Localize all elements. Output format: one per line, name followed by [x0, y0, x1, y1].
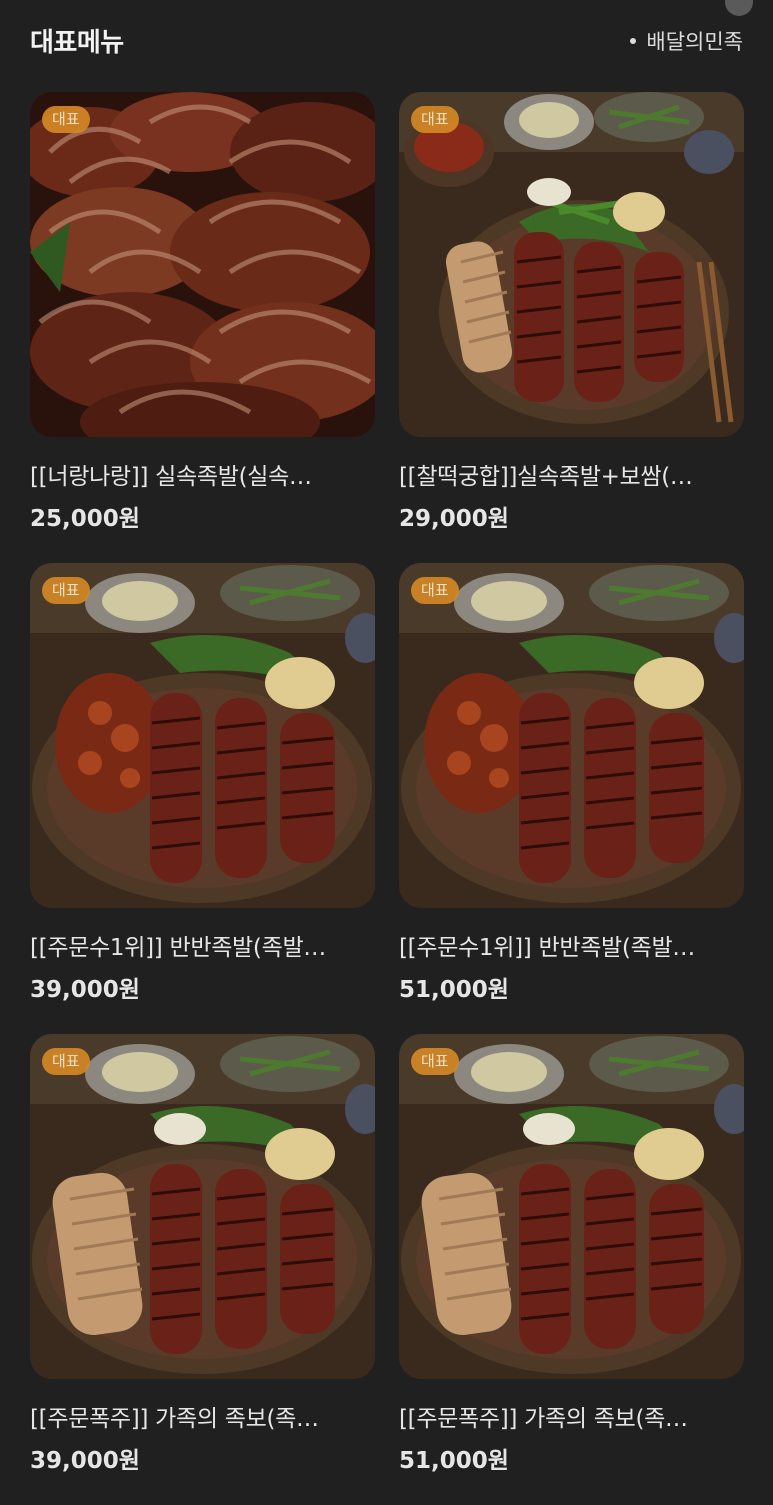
menu-card[interactable]: 대표 [[주문수1위]] 반반족발(족발… 39,000원: [30, 563, 375, 1034]
menu-item-name: [[주문수1위]] 반반족발(족발…: [399, 935, 696, 961]
menu-item-name: [[주문폭주]] 가족의 족보(족…: [30, 1406, 319, 1432]
signature-badge: 대표: [42, 1048, 90, 1075]
platter-icon: [30, 1034, 375, 1379]
signature-badge: 대표: [411, 1048, 459, 1075]
menu-card[interactable]: 대표 [[주문수1위]] 반반족발(족발… 51,000원: [399, 563, 744, 1034]
menu-card[interactable]: 대표 [[찰떡궁합]]실속족발+보쌈(… 29,000원: [399, 92, 744, 563]
menu-item-price: 39,000원: [30, 1448, 140, 1474]
menu-item-name: [[찰떡궁합]]실속족발+보쌈(…: [399, 464, 693, 490]
signature-badge: 대표: [42, 106, 90, 133]
signature-badge: 대표: [411, 577, 459, 604]
menu-item-name: [[주문수1위]] 반반족발(족발…: [30, 935, 327, 961]
section-title: 대표메뉴: [30, 28, 124, 58]
menu-item-price: 25,000원: [30, 506, 140, 532]
menu-photo: 대표: [30, 92, 375, 437]
menu-photo: 대표: [399, 92, 744, 437]
menu-photo: 대표: [30, 1034, 375, 1379]
menu-photo: 대표: [399, 1034, 744, 1379]
menu-item-price: 51,000원: [399, 1448, 509, 1474]
bullet-icon: [630, 38, 637, 44]
menu-item-price: 51,000원: [399, 977, 509, 1003]
menu-photo: 대표: [30, 563, 375, 908]
source-label[interactable]: 배달의민족: [630, 26, 743, 56]
menu-card[interactable]: 대표 [[주문폭주]] 가족의 족보(족… 39,000원: [30, 1034, 375, 1505]
platter-icon: [30, 563, 375, 908]
menu-item-price: 29,000원: [399, 506, 509, 532]
platter-icon: [399, 563, 744, 908]
platter-icon: [399, 92, 744, 437]
menu-header: 대표메뉴 배달의민족: [30, 0, 743, 80]
signature-badge: 대표: [411, 106, 459, 133]
menu-card[interactable]: 대표 [[너랑나랑]] 실속족발(실속… 25,000원: [30, 92, 375, 563]
sliced-pork-icon: [30, 92, 375, 437]
source-text: 배달의민족: [646, 30, 743, 54]
menu-grid: 대표 [[너랑나랑]] 실속족발(실속… 25,000원 대표 [[찰떡궁합]]…: [30, 92, 744, 1505]
menu-item-price: 39,000원: [30, 977, 140, 1003]
platter-icon: [399, 1034, 744, 1379]
menu-photo: 대표: [399, 563, 744, 908]
signature-badge: 대표: [42, 577, 90, 604]
menu-item-name: [[주문폭주]] 가족의 족보(족…: [399, 1406, 688, 1432]
menu-card[interactable]: 대표 [[주문폭주]] 가족의 족보(족… 51,000원: [399, 1034, 744, 1505]
menu-item-name: [[너랑나랑]] 실속족발(실속…: [30, 464, 312, 490]
